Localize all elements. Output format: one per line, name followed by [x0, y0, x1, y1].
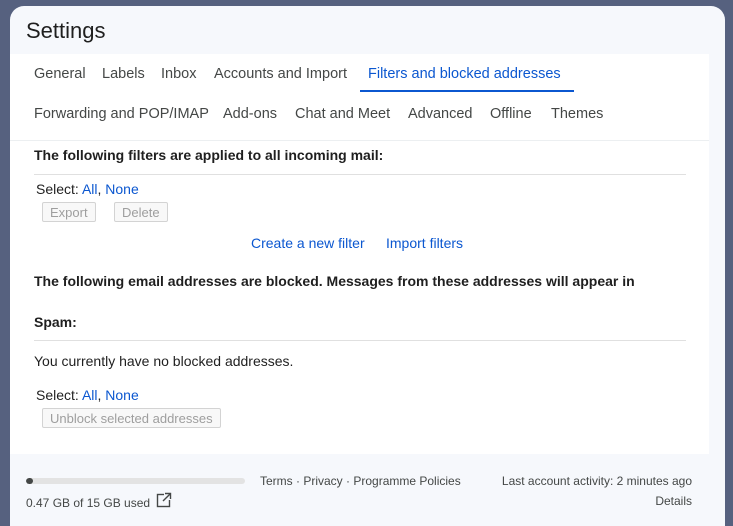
select-none-link[interactable]: None — [105, 181, 138, 197]
select-label: Select: — [36, 181, 79, 197]
blocked-select-row: Select: All, None — [36, 387, 139, 403]
active-tab-indicator — [360, 90, 574, 92]
footer-separator: · — [292, 474, 304, 488]
select-all-link[interactable]: All — [82, 387, 98, 403]
storage-usage-text: 0.47 GB of 15 GB used — [26, 496, 151, 510]
tab-filters-and-blocked-addresses[interactable]: Filters and blocked addresses — [368, 66, 561, 82]
filters-divider — [34, 174, 686, 175]
select-label: Select: — [36, 387, 79, 403]
select-all-link[interactable]: All — [82, 181, 98, 197]
external-link-icon[interactable] — [156, 492, 172, 508]
tab-themes[interactable]: Themes — [551, 106, 603, 122]
last-account-activity: Last account activity: 2 minutes ago — [501, 474, 692, 488]
create-filter-link[interactable]: Create a new filter — [251, 235, 365, 251]
settings-panel: Settings General Labels Inbox Accounts a… — [10, 6, 725, 526]
settings-tabs: General Labels Inbox Accounts and Import… — [10, 54, 709, 141]
tab-labels[interactable]: Labels — [102, 66, 145, 82]
tab-chat-and-meet[interactable]: Chat and Meet — [295, 106, 390, 122]
storage-bar — [26, 478, 245, 484]
tab-forwarding-and-pop-imap[interactable]: Forwarding and POP/IMAP — [34, 106, 209, 122]
blocked-heading-spam: Spam: — [34, 314, 77, 330]
tab-add-ons[interactable]: Add-ons — [223, 106, 277, 122]
filters-heading: The following filters are applied to all… — [34, 147, 384, 163]
blocked-heading: The following email addresses are blocke… — [34, 273, 635, 289]
privacy-link[interactable]: Privacy — [303, 474, 342, 488]
blocked-divider — [34, 340, 686, 341]
scrollbar-gutter — [709, 54, 725, 454]
footer-links: Terms · Privacy · Programme Policies — [260, 474, 461, 488]
delete-button[interactable]: Delete — [114, 202, 168, 222]
tab-general[interactable]: General — [34, 66, 86, 82]
select-none-link[interactable]: None — [105, 387, 138, 403]
filters-select-row: Select: All, None — [36, 181, 139, 197]
tab-advanced[interactable]: Advanced — [408, 106, 473, 122]
tab-accounts-and-import[interactable]: Accounts and Import — [214, 66, 347, 82]
footer-separator: · — [342, 474, 354, 488]
storage-bar-fill — [26, 478, 33, 484]
select-separator: , — [97, 387, 102, 403]
page-title: Settings — [26, 18, 106, 43]
terms-link[interactable]: Terms — [260, 474, 293, 488]
unblock-selected-button[interactable]: Unblock selected addresses — [42, 408, 221, 428]
details-link[interactable]: Details — [655, 494, 692, 508]
export-button[interactable]: Export — [42, 202, 96, 222]
import-filters-link[interactable]: Import filters — [386, 235, 463, 251]
select-separator: , — [97, 181, 102, 197]
tab-inbox[interactable]: Inbox — [161, 66, 196, 82]
settings-content: General Labels Inbox Accounts and Import… — [10, 54, 709, 454]
programme-policies-link[interactable]: Programme Policies — [353, 474, 460, 488]
tab-offline[interactable]: Offline — [490, 106, 532, 122]
no-blocked-text: You currently have no blocked addresses. — [34, 353, 294, 369]
footer: 0.47 GB of 15 GB used Terms · Privacy · … — [10, 454, 725, 526]
